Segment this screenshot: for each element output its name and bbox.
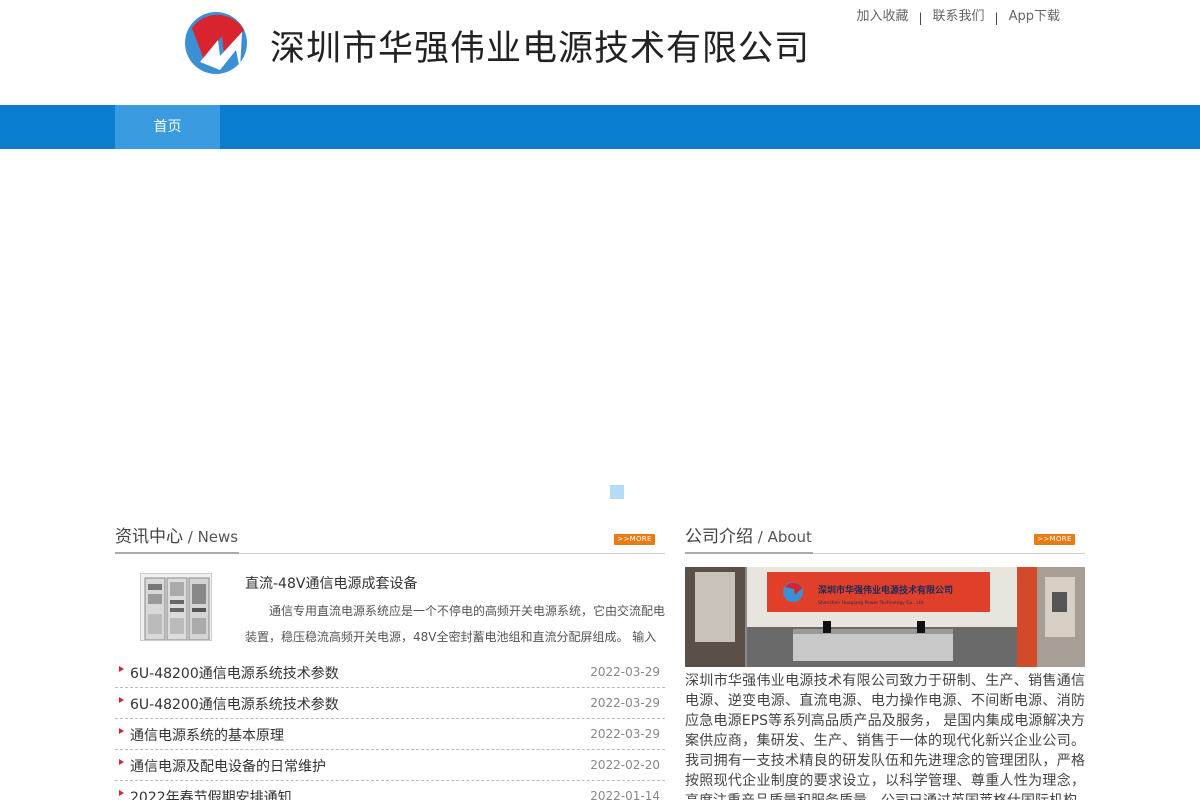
news-list: 6U-48200通信电源系统技术参数 2022-03-29 6U-48200通信…	[115, 657, 665, 800]
company-name: 深圳市华强伟业电源技术有限公司	[270, 29, 811, 69]
news-item-date: 2022-01-14	[590, 789, 660, 800]
link-separator: |	[918, 10, 923, 25]
banner-slider	[0, 149, 1200, 504]
about-title: 公司介绍	[685, 527, 753, 547]
news-list-item[interactable]: 通信电源及配电设备的日常维护 2022-02-20	[115, 750, 665, 781]
about-section-header: 公司介绍 / About >>MORE	[685, 520, 1085, 554]
news-item-title[interactable]: 通信电源系统的基本原理	[130, 725, 284, 745]
news-item-date: 2022-02-20	[590, 758, 660, 772]
news-list-item[interactable]: 2022年春节假期安排通知 2022-01-14	[115, 781, 665, 800]
news-item-title[interactable]: 2022年春节假期安排通知	[130, 787, 292, 800]
arrow-bullet-icon	[119, 697, 124, 703]
featured-news-title[interactable]: 直流-48V通信电源成套设备	[245, 573, 417, 593]
main-nav: 首页	[0, 105, 1200, 149]
slider-dot[interactable]	[610, 485, 624, 499]
about-section-title: 公司介绍 / About	[685, 520, 813, 554]
news-item-title[interactable]: 6U-48200通信电源系统技术参数	[130, 694, 339, 714]
news-section-title: 资讯中心 / News	[115, 520, 240, 554]
app-download-link[interactable]: App下载	[1009, 5, 1060, 24]
news-item-title[interactable]: 6U-48200通信电源系统技术参数	[130, 663, 339, 683]
top-links: 加入收藏 | 联系我们 | App下载	[856, 5, 1060, 25]
news-item-date: 2022-03-29	[590, 727, 660, 741]
news-item-date: 2022-03-29	[590, 696, 660, 710]
news-section-header: 资讯中心 / News >>MORE	[115, 520, 665, 554]
news-title: 资讯中心	[115, 527, 183, 547]
company-office-photo: 深圳市华强伟业电源技术有限公司 Shenzhen Huaqiang Power …	[685, 567, 1085, 667]
about-subtitle: / About	[753, 528, 812, 546]
add-favorite-link[interactable]: 加入收藏	[856, 5, 908, 24]
nav-item-home[interactable]: 首页	[115, 105, 220, 149]
news-list-item[interactable]: 6U-48200通信电源系统技术参数 2022-03-29	[115, 657, 665, 688]
arrow-bullet-icon	[119, 728, 124, 734]
news-subtitle: / News	[183, 528, 239, 546]
featured-news-image[interactable]	[140, 573, 212, 641]
news-item-date: 2022-03-29	[590, 665, 660, 679]
news-list-item[interactable]: 通信电源系统的基本原理 2022-03-29	[115, 719, 665, 750]
office-sign-subtext: Shenzhen Huaqiang Power Technology Co., …	[818, 600, 924, 606]
featured-news-description: 通信专用直流电源系统应是一个不停电的高频开关电源系统，它由交流配电装置，稳压稳流…	[245, 604, 666, 644]
featured-news: 直流-48V通信电源成套设备 通信专用直流电源系统应是一个不停电的高频开关电源系…	[140, 573, 665, 648]
news-item-title[interactable]: 通信电源及配电设备的日常维护	[130, 756, 326, 776]
company-logo[interactable]	[184, 10, 250, 76]
office-sign-text: 深圳市华强伟业电源技术有限公司	[818, 584, 953, 596]
arrow-bullet-icon	[119, 666, 124, 672]
arrow-bullet-icon	[119, 759, 124, 765]
site-header: 深圳市华强伟业电源技术有限公司 加入收藏 | 联系我们 | App下载	[0, 0, 1200, 105]
about-description: 深圳市华强伟业电源技术有限公司致力于研制、生产、销售通信电源、逆变电源、直流电源…	[685, 673, 1085, 800]
news-more-button[interactable]: >>MORE	[614, 534, 655, 545]
arrow-bullet-icon	[119, 790, 124, 796]
link-separator: |	[994, 10, 999, 25]
about-more-button[interactable]: >>MORE	[1034, 534, 1075, 545]
news-list-item[interactable]: 6U-48200通信电源系统技术参数 2022-03-29	[115, 688, 665, 719]
contact-us-link[interactable]: 联系我们	[933, 5, 985, 24]
